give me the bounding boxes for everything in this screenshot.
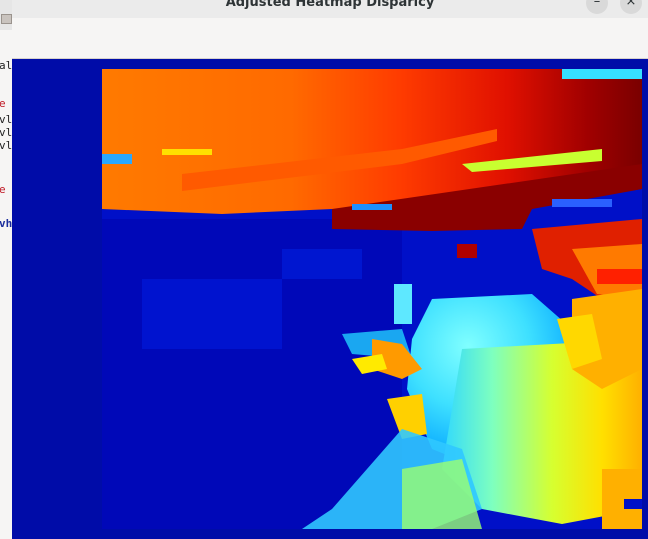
code-fragment: vl (0, 113, 13, 126)
code-fragment: vl (0, 139, 13, 152)
window-title: Adjusted Heatmap Disparicy (225, 0, 435, 10)
code-fragment: vl (0, 126, 13, 139)
code-fragment: e (0, 184, 6, 195)
title-bar[interactable]: Adjusted Heatmap Disparicy – × (12, 0, 648, 18)
heatmap-graphic (102, 69, 642, 529)
document-icon (1, 14, 12, 24)
window-toolbar (12, 18, 648, 59)
disparity-heatmap-image (102, 69, 642, 529)
code-fragment: al (0, 59, 13, 72)
image-canvas (12, 59, 648, 539)
code-fragment: e (0, 98, 6, 109)
image-viewer-window: Adjusted Heatmap Disparicy – × (12, 0, 648, 539)
minimize-icon: – (593, 0, 601, 9)
close-icon: × (625, 0, 637, 9)
background-editor-toolbar (0, 0, 12, 30)
